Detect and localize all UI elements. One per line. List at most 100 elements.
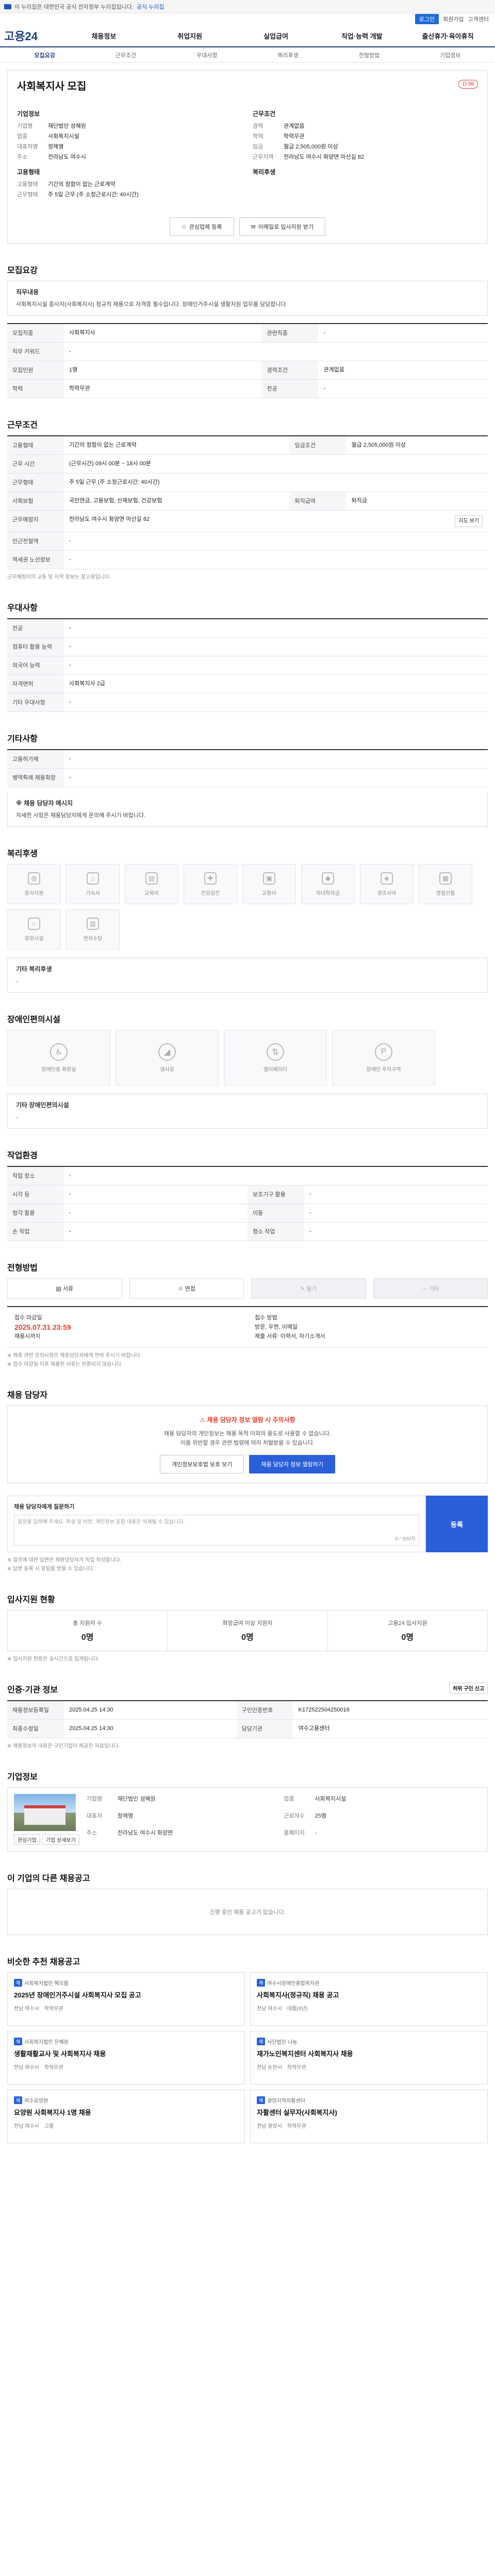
table-row: 채용정보등록일 2025.04.25 14:30 구인인증번호 K1725225042… bbox=[7, 1701, 488, 1720]
welfare-item: ⌂ 기숙사 bbox=[66, 864, 120, 904]
disabled-etc-text: - bbox=[16, 1114, 18, 1121]
star-icon: ☆ bbox=[181, 224, 187, 230]
tab-pref[interactable]: 우대사항 bbox=[167, 51, 248, 59]
gnb-item-leave[interactable]: 출산휴가·육아휴직 bbox=[405, 31, 491, 41]
welfare-section: 복리후생 ◍ 중식지원 ⌂ 기숙사 ▤ 교육비 ✚ 건강검진 ▣ 교통비 ◆ 자녀학자금 ◈… bbox=[7, 846, 488, 993]
info-note: ※ 채용정보의 내용은 구인기업이 제공한 자료입니다. bbox=[7, 1743, 120, 1749]
firm-photo-wrap: 관심기업 기업 상세보기 bbox=[14, 1794, 79, 1845]
card-corp-name: 여수요양원 bbox=[24, 2098, 48, 2104]
row-value: 2025.04.25 14:30 bbox=[64, 1719, 237, 1738]
tab-process[interactable]: 전형방법 bbox=[328, 51, 409, 59]
interest-button-label: 관심업체 등록 bbox=[189, 224, 222, 230]
row-value: 여수고용센터 bbox=[293, 1719, 488, 1738]
job-card[interactable]: 채 광양지역자활센터 자활센터 실무자(사회복지사) 전남 광양시 학력무관 bbox=[250, 2090, 488, 2143]
inquiry-placeholder: 질문을 입력해 주세요. 욕설 및 비방, 개인정보 포함 내용은 삭제될 수 … bbox=[18, 1519, 185, 1525]
pref-section: 우대사항 전공 - 컴퓨터 활용 능력 - 외국어 능력 - 자격면허 사회복지사 2급… bbox=[7, 601, 488, 712]
status-item: 희망급여 이상 지원자 0명 bbox=[168, 1611, 328, 1651]
kv-value: 전라남도 여수시 화양면 마산길 82 bbox=[284, 154, 365, 160]
inquiry-note: ※ 질문에 대한 답변은 채용담당자가 직접 작성합니다. bbox=[7, 1557, 122, 1563]
firm-value: 사회복지시설 bbox=[315, 1796, 346, 1802]
info-section: 인증·기관 정보 허위 구인 신고 채용정보등록일 2025.04.25 14:30… bbox=[7, 1683, 488, 1750]
gnb-item-unemployment[interactable]: 실업급여 bbox=[233, 31, 319, 41]
pref-heading: 우대사항 bbox=[7, 604, 38, 613]
status-item: 총 지원자 수 0명 bbox=[8, 1611, 168, 1651]
gnb-item-training[interactable]: 직업·능력 개발 bbox=[319, 31, 405, 41]
gnb-item-jobs[interactable]: 채용정보 bbox=[61, 31, 147, 41]
dday-badge: D-98 bbox=[458, 80, 478, 89]
row-value: 학력무관 bbox=[64, 379, 262, 398]
tab-work[interactable]: 근무조건 bbox=[85, 51, 166, 59]
job-card[interactable]: 채 사단법인 나눔 재가노인복지센터 사회복지사 채용 전남 순천시 학력무관 bbox=[250, 2031, 488, 2084]
job-card[interactable]: 채 사회복지법인 은혜원 생활재활교사 및 사회복지사 채용 전남 여수시 학력무관 bbox=[7, 2031, 245, 2084]
privacy-button[interactable]: 개인정보보호법 보호 보기 bbox=[160, 1455, 244, 1473]
row-value: - bbox=[64, 750, 488, 769]
corp-badge-icon: 채 bbox=[14, 1979, 23, 1987]
help-link[interactable]: 고객센터 bbox=[468, 15, 489, 23]
table-row: 근무형태 주 5일 근무 (주 소정근로시간: 40시간) bbox=[7, 473, 488, 492]
welfare-item-label: 명절선물 bbox=[436, 890, 455, 896]
card-edu: 학력무관 bbox=[287, 2065, 306, 2071]
welfare-item: ◍ 중식지원 bbox=[7, 864, 61, 904]
table-row: 고용허가제 - bbox=[7, 750, 488, 769]
interest-button[interactable]: ☆ 관심업체 등록 bbox=[169, 217, 234, 236]
row-key: 기타 우대사항 bbox=[7, 693, 64, 712]
signup-link[interactable]: 회원가입 bbox=[443, 15, 464, 23]
extra-table: 고용허가제 - 병역특례 채용희망 - bbox=[7, 749, 488, 787]
tab-recruit[interactable]: 모집요강 bbox=[4, 51, 85, 59]
login-button[interactable]: 로그인 bbox=[415, 14, 439, 24]
method-value: 방문, 우편, 이메일 bbox=[255, 1324, 298, 1330]
row-key: 컴퓨터 활용 능력 bbox=[7, 637, 64, 656]
disabled-heading: 장애인편의시설 bbox=[7, 1015, 61, 1024]
row-key: 외국어 능력 bbox=[7, 656, 64, 675]
welfare-etc-heading: 기타 복리후생 bbox=[16, 965, 52, 973]
welfare-item-label: 기숙사 bbox=[86, 890, 100, 896]
worksite-cell: 전라남도 여수시 화양면 마산길 82 지도 보기 bbox=[64, 510, 488, 532]
process-note: ※ 접수 마감일 이후 제출된 서류는 반환되지 않습니다. bbox=[7, 1362, 123, 1367]
site-logo[interactable]: 고용24 bbox=[4, 27, 61, 44]
table-row: 컴퓨터 활용 능력 - bbox=[7, 637, 488, 656]
welfare-item: ▣ 교통비 bbox=[242, 864, 296, 904]
kv-value: 전라남도 여수시 bbox=[48, 154, 86, 160]
table-row: 자격면허 사회복지사 2급 bbox=[7, 674, 488, 693]
row-key: 퇴직급여 bbox=[289, 492, 346, 511]
inquiry-submit-button[interactable]: 등록 bbox=[426, 1496, 488, 1552]
welfare-item: ▤ 교육비 bbox=[125, 864, 178, 904]
tab-welfare[interactable]: 복리후생 bbox=[248, 51, 328, 59]
row-value: - bbox=[64, 768, 488, 787]
view-contact-button[interactable]: 채용 담당자 정보 열람하기 bbox=[249, 1455, 335, 1473]
card-loc: 전남 여수시 bbox=[14, 2065, 39, 2071]
kv-value: 관계없음 bbox=[284, 123, 305, 129]
kv-key: 대표자명 bbox=[17, 144, 38, 150]
gov-banner-link[interactable]: 공식 누리집 bbox=[137, 3, 164, 11]
card-meta: 전남 순천시 학력무관 bbox=[257, 2063, 481, 2071]
global-nav: 고용24 채용정보 취업지원 실업급여 직업·능력 개발 출산휴가·육아휴직 bbox=[0, 25, 495, 47]
job-card[interactable]: 채 여수시장애인종합복지관 사회복지사(정규직) 채용 공고 전남 여수시 대졸(4년) bbox=[250, 1972, 488, 2026]
house-icon: ⌂ bbox=[87, 872, 99, 885]
card-loc: 전남 여수시 bbox=[14, 2124, 39, 2129]
firm-photo bbox=[14, 1794, 76, 1831]
welfare-item: ✚ 건강검진 bbox=[184, 864, 237, 904]
kv-key: 업종 bbox=[17, 133, 28, 140]
table-row: 청각 활용 - 이동 - bbox=[7, 1204, 488, 1223]
work-section: 근무조건 고용형태 기간의 정함이 없는 근로계약 임금조건 월급 2,505,000… bbox=[7, 418, 488, 581]
firm-detail-button[interactable]: 기업 상세보기 bbox=[42, 1834, 79, 1845]
process-heading: 전형방법 bbox=[7, 1264, 38, 1273]
inquiry-left: 채용 담당자에게 질문하기 질문을 입력해 주세요. 욕설 및 비방, 개인정보… bbox=[7, 1496, 426, 1552]
corp-badge-icon: 채 bbox=[14, 2096, 23, 2104]
card-corp: 채 여수요양원 bbox=[14, 2096, 238, 2104]
tab-firm[interactable]: 기업정보 bbox=[410, 51, 491, 59]
job-card[interactable]: 채 여수요양원 요양원 사회복지사 1명 채용 전남 여수시 고졸 bbox=[7, 2090, 245, 2143]
inquiry-textarea[interactable]: 질문을 입력해 주세요. 욕설 및 비방, 개인정보 포함 내용은 삭제될 수 … bbox=[14, 1515, 419, 1546]
map-button[interactable]: 지도 보기 bbox=[455, 515, 483, 527]
report-button[interactable]: 허위 구인 신고 bbox=[449, 1683, 488, 1693]
firm-value: 재단법인 성혜원 bbox=[117, 1796, 156, 1802]
firm-key: 근로자수 bbox=[284, 1813, 305, 1819]
job-card[interactable]: 채 사회복지법인 해오름 2025년 장애인거주시설 사회복지사 모집 공고 전남 여… bbox=[7, 1972, 245, 2026]
method-label: 접수 방법 bbox=[255, 1315, 277, 1321]
welfare-item-label: 연차수당 bbox=[83, 936, 103, 942]
email-apply-button[interactable]: ✉ 이메일로 입사지원 받기 bbox=[239, 217, 326, 236]
row-key: 인근전철역 bbox=[7, 532, 64, 551]
interest-firm-button[interactable]: 관심기업 bbox=[14, 1834, 40, 1845]
row-value: - bbox=[64, 1204, 248, 1223]
gnb-item-support[interactable]: 취업지원 bbox=[147, 31, 233, 41]
